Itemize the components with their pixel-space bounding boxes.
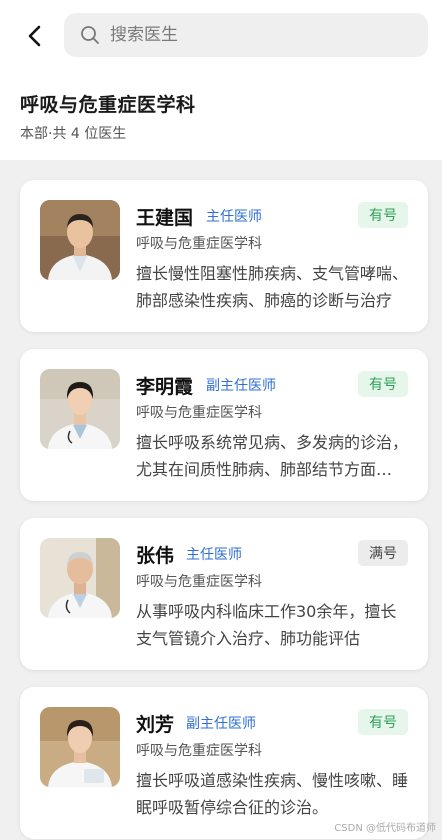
doctor-department: 呼吸与危重症医学科	[136, 574, 262, 590]
doctor-description: 擅长呼吸系统常见病、多发病的诊治，尤其在间质性肺病、肺部结节方面经验丰富	[136, 433, 408, 479]
doctor-name: 张伟	[136, 545, 175, 567]
doctor-department: 呼吸与危重症医学科	[136, 743, 262, 759]
doctor-list: 王建国 主任医师 呼吸与危重症医学科 有号 擅长慢性阻塞性肺疾病、支气管哮喘、肺…	[20, 180, 428, 840]
doctor-description: 擅长呼吸道感染性疾病、慢性咳嗽、睡眠呼吸暂停综合征的诊治。	[136, 771, 408, 817]
doctor-department: 呼吸与危重症医学科	[136, 236, 262, 252]
doctor-card[interactable]: 王建国 主任医师 呼吸与危重症医学科 有号 擅长慢性阻塞性肺疾病、支气管哮喘、肺…	[20, 180, 428, 332]
doctor-card[interactable]: 刘芳 副主任医师 呼吸与危重症医学科 有号 擅长呼吸道感染性疾病、慢性咳嗽、睡眠…	[20, 687, 428, 839]
doctor-department: 呼吸与危重症医学科	[136, 405, 262, 421]
department-title: 呼吸与危重症医学科	[20, 94, 196, 116]
doctor-avatar	[40, 538, 120, 618]
doctor-title: 副主任医师	[186, 716, 256, 732]
doctor-avatar	[40, 369, 120, 449]
doctor-name: 刘芳	[136, 714, 175, 736]
back-button[interactable]	[22, 22, 48, 50]
header: 呼吸与危重症医学科 本部·共 4 位医生	[0, 0, 442, 160]
doctor-title: 主任医师	[206, 209, 262, 225]
status-badge: 有号	[358, 202, 408, 228]
doctor-description: 从事呼吸内科临床工作30余年，擅长支气管镜介入治疗、肺功能评估	[136, 602, 397, 648]
doctor-name: 王建国	[136, 207, 194, 229]
doctor-title: 主任医师	[186, 547, 242, 563]
doctor-card[interactable]: 张伟 主任医师 呼吸与危重症医学科 满号 从事呼吸内科临床工作30余年，擅长支气…	[20, 518, 428, 670]
doctor-description: 擅长慢性阻塞性肺疾病、支气管哮喘、肺部感染性疾病、肺癌的诊断与治疗	[136, 264, 408, 310]
doctor-avatar	[40, 200, 120, 280]
search-bar[interactable]	[64, 13, 428, 57]
doctor-title: 副主任医师	[206, 378, 276, 394]
doctor-avatar	[40, 707, 120, 787]
doctor-card[interactable]: 李明霞 副主任医师 呼吸与危重症医学科 有号 擅长呼吸系统常见病、多发病的诊治，…	[20, 349, 428, 501]
status-badge: 满号	[358, 540, 408, 566]
watermark: CSDN @低代码布道师	[334, 823, 436, 834]
chevron-left-icon	[28, 25, 41, 47]
status-badge: 有号	[358, 371, 408, 397]
status-badge: 有号	[358, 709, 408, 735]
doctor-name: 李明霞	[136, 376, 194, 398]
search-icon	[80, 25, 100, 45]
search-input[interactable]	[110, 25, 390, 45]
department-summary: 本部·共 4 位医生	[20, 126, 127, 142]
